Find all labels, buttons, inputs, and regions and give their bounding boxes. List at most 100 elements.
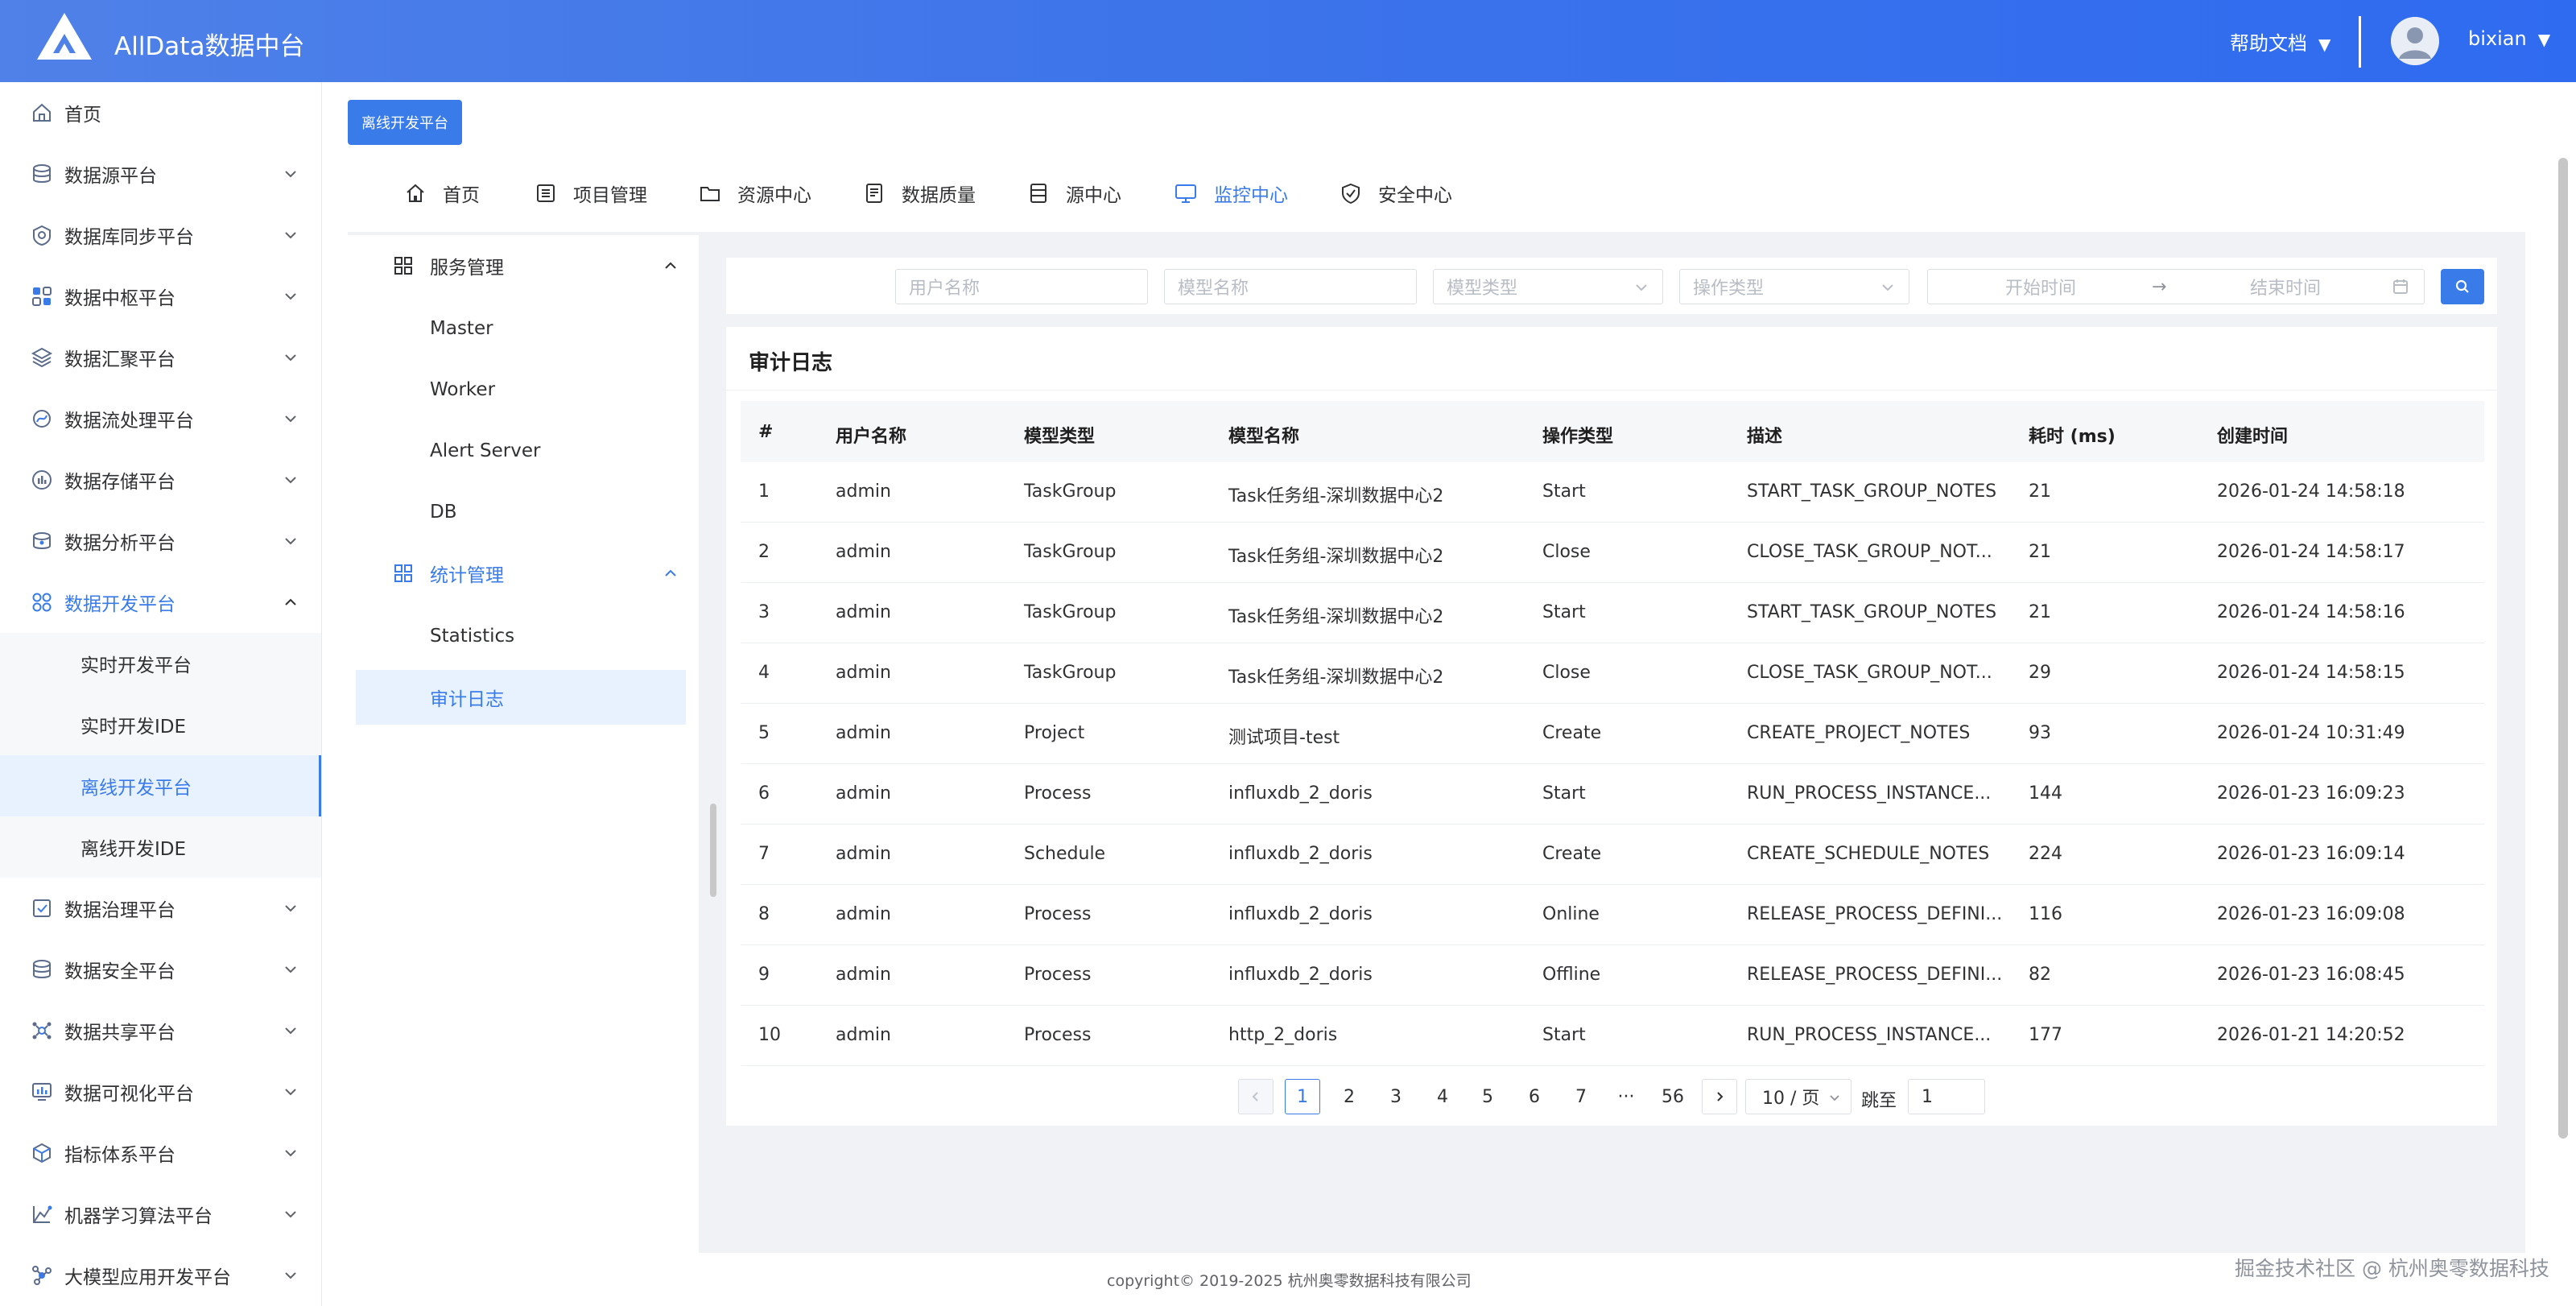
tab-home[interactable]: 首页 <box>404 161 480 225</box>
page-button[interactable]: 5 <box>1470 1079 1505 1114</box>
sidebar-item-hub[interactable]: 数据中枢平台 <box>0 266 321 327</box>
date-range-picker[interactable]: 开始时间 → 结束时间 <box>1927 269 2425 304</box>
prev-page-button[interactable] <box>1238 1079 1274 1114</box>
sidebar-item-label: 机器学习算法平台 <box>64 1206 213 1227</box>
tree-scrollbar[interactable] <box>710 804 716 897</box>
table-cell: influxdb_2_doris <box>1228 844 1373 864</box>
start-time-placeholder[interactable]: 开始时间 <box>2005 274 2076 300</box>
tree-item-alert-server[interactable]: Alert Server <box>356 424 686 478</box>
table-cell: Start <box>1542 481 1586 502</box>
table-cell: Process <box>1024 1025 1092 1045</box>
tree-item-label: Worker <box>430 379 496 400</box>
table-cell: 116 <box>2029 904 2062 924</box>
table-cell: 4 <box>758 663 770 683</box>
tree-item-audit-log[interactable]: 审计日志 <box>356 670 686 725</box>
search-button[interactable] <box>2441 269 2484 304</box>
user-avatar-icon <box>2391 17 2439 65</box>
sidebar-item-label: 数据共享平台 <box>64 1023 175 1044</box>
chevron-down-icon <box>285 232 296 239</box>
sidebar-item-label: 数据库同步平台 <box>64 227 194 248</box>
sidebar-item-label: 数据治理平台 <box>64 900 175 921</box>
table-cell: TaskGroup <box>1024 663 1117 683</box>
chevron-down-icon <box>1882 284 1893 291</box>
page-button[interactable]: 1 <box>1285 1079 1320 1114</box>
page-ellipsis[interactable]: ··· <box>1608 1079 1644 1114</box>
page-button[interactable]: 7 <box>1563 1079 1599 1114</box>
sidebar-item-stream[interactable]: 数据流处理平台 <box>0 388 321 449</box>
sidebar-subitem-offline-dev[interactable]: 离线开发平台 <box>0 755 321 816</box>
layers-icon <box>31 346 53 369</box>
sidebar-item-metric[interactable]: 指标体系平台 <box>0 1122 321 1184</box>
model-type-select[interactable]: 模型类型 <box>1433 269 1663 304</box>
table-cell: Task任务组-深圳数据中心2 <box>1228 547 1444 567</box>
chevron-down-icon <box>285 905 296 912</box>
model-name-input[interactable]: 模型名称 <box>1164 269 1417 304</box>
sidebar-subitem-realtime-dev[interactable]: 实时开发平台 <box>0 633 321 694</box>
stream-icon <box>31 407 53 430</box>
tree-item-db[interactable]: DB <box>356 485 686 539</box>
tree-group-service[interactable]: 服务管理 <box>348 235 699 296</box>
monitor-tree-menu: 服务管理 Master Worker Alert Server DB 统计管理 … <box>348 235 699 1253</box>
chevron-down-icon <box>285 1272 296 1279</box>
sidebar-item-home[interactable]: 首页 <box>0 82 321 143</box>
table-cell: admin <box>836 783 891 804</box>
table-cell: 2026-01-23 16:09:08 <box>2217 904 2405 924</box>
input-placeholder: 模型名称 <box>1178 279 1249 299</box>
sidebar-item-datasource[interactable]: 数据源平台 <box>0 143 321 205</box>
table-row: 5 admin Project 测试项目-test Create CREATE_PROJE… <box>741 704 2484 764</box>
page-button[interactable]: 4 <box>1425 1079 1460 1114</box>
table-cell: 2026-01-21 14:20:52 <box>2217 1025 2405 1045</box>
sidebar: 首页 数据源平台 数据库同步平台 数据中枢平台 数据汇聚平台 数据流处理平台 数… <box>0 82 322 1306</box>
jump-page-input[interactable]: 1 <box>1908 1079 1985 1114</box>
sidebar-item-llm[interactable]: 大模型应用开发平台 <box>0 1245 321 1306</box>
page-button[interactable]: 6 <box>1517 1079 1552 1114</box>
chevron-down-icon <box>285 1150 296 1157</box>
table-cell: 6 <box>758 783 770 804</box>
tab-monitor[interactable]: 监控中心 <box>1174 161 1288 225</box>
sidebar-item-storage[interactable]: 数据存储平台 <box>0 449 321 510</box>
table-cell: 1 <box>758 481 770 502</box>
sidebar-item-governance[interactable]: 数据治理平台 <box>0 878 321 939</box>
tab-security[interactable]: 安全中心 <box>1340 161 1452 225</box>
table-cell: 7 <box>758 844 770 864</box>
sidebar-subitem-offline-ide[interactable]: 离线开发IDE <box>0 816 321 878</box>
next-page-button[interactable] <box>1702 1079 1737 1114</box>
offline-dev-platform-button[interactable]: 离线开发平台 <box>348 100 462 145</box>
tree-item-worker[interactable]: Worker <box>356 362 686 417</box>
avatar[interactable] <box>2391 17 2439 65</box>
sidebar-subitem-realtime-ide[interactable]: 实时开发IDE <box>0 694 321 755</box>
caret-down-icon: ▼ <box>2537 30 2551 49</box>
table-cell: 测试项目-test <box>1228 728 1340 748</box>
table-cell: admin <box>836 663 891 683</box>
tab-resource[interactable]: 资源中心 <box>699 161 811 225</box>
tab-source[interactable]: 源中心 <box>1027 161 1121 225</box>
tree-item-statistics[interactable]: Statistics <box>356 609 686 663</box>
table-cell: admin <box>836 542 891 562</box>
page-scrollbar[interactable] <box>2558 158 2568 1139</box>
end-time-placeholder[interactable]: 结束时间 <box>2250 274 2321 300</box>
chevron-down-icon <box>285 538 296 545</box>
table-cell: Schedule <box>1024 844 1106 864</box>
page-button[interactable]: 3 <box>1378 1079 1414 1114</box>
sidebar-item-dev[interactable]: 数据开发平台 <box>0 572 321 633</box>
sidebar-item-analysis[interactable]: 数据分析平台 <box>0 510 321 572</box>
sidebar-item-aggregation[interactable]: 数据汇聚平台 <box>0 327 321 388</box>
op-type-select[interactable]: 操作类型 <box>1679 269 1909 304</box>
sidebar-item-ml[interactable]: 机器学习算法平台 <box>0 1184 321 1245</box>
user-menu[interactable]: bixian ▼ <box>2468 27 2550 50</box>
page-button[interactable]: 2 <box>1331 1079 1367 1114</box>
help-docs-menu[interactable]: 帮助文档 ▼ <box>2230 27 2330 56</box>
table-cell: admin <box>836 723 891 743</box>
sidebar-item-dbsync[interactable]: 数据库同步平台 <box>0 205 321 266</box>
tree-item-master[interactable]: Master <box>356 301 686 356</box>
user-name-input[interactable]: 用户名称 <box>895 269 1148 304</box>
sidebar-item-visual[interactable]: 数据可视化平台 <box>0 1061 321 1122</box>
tree-group-statistics[interactable]: 统计管理 <box>348 543 699 604</box>
tab-quality[interactable]: 数据质量 <box>863 161 976 225</box>
tab-project[interactable]: 项目管理 <box>535 161 647 225</box>
page-button[interactable]: 56 <box>1655 1079 1690 1114</box>
sidebar-item-share[interactable]: 数据共享平台 <box>0 1000 321 1061</box>
sidebar-item-security[interactable]: 数据安全平台 <box>0 939 321 1000</box>
sidebar-item-label: 数据流处理平台 <box>64 411 194 432</box>
page-size-select[interactable]: 10 / 页 <box>1745 1079 1852 1114</box>
